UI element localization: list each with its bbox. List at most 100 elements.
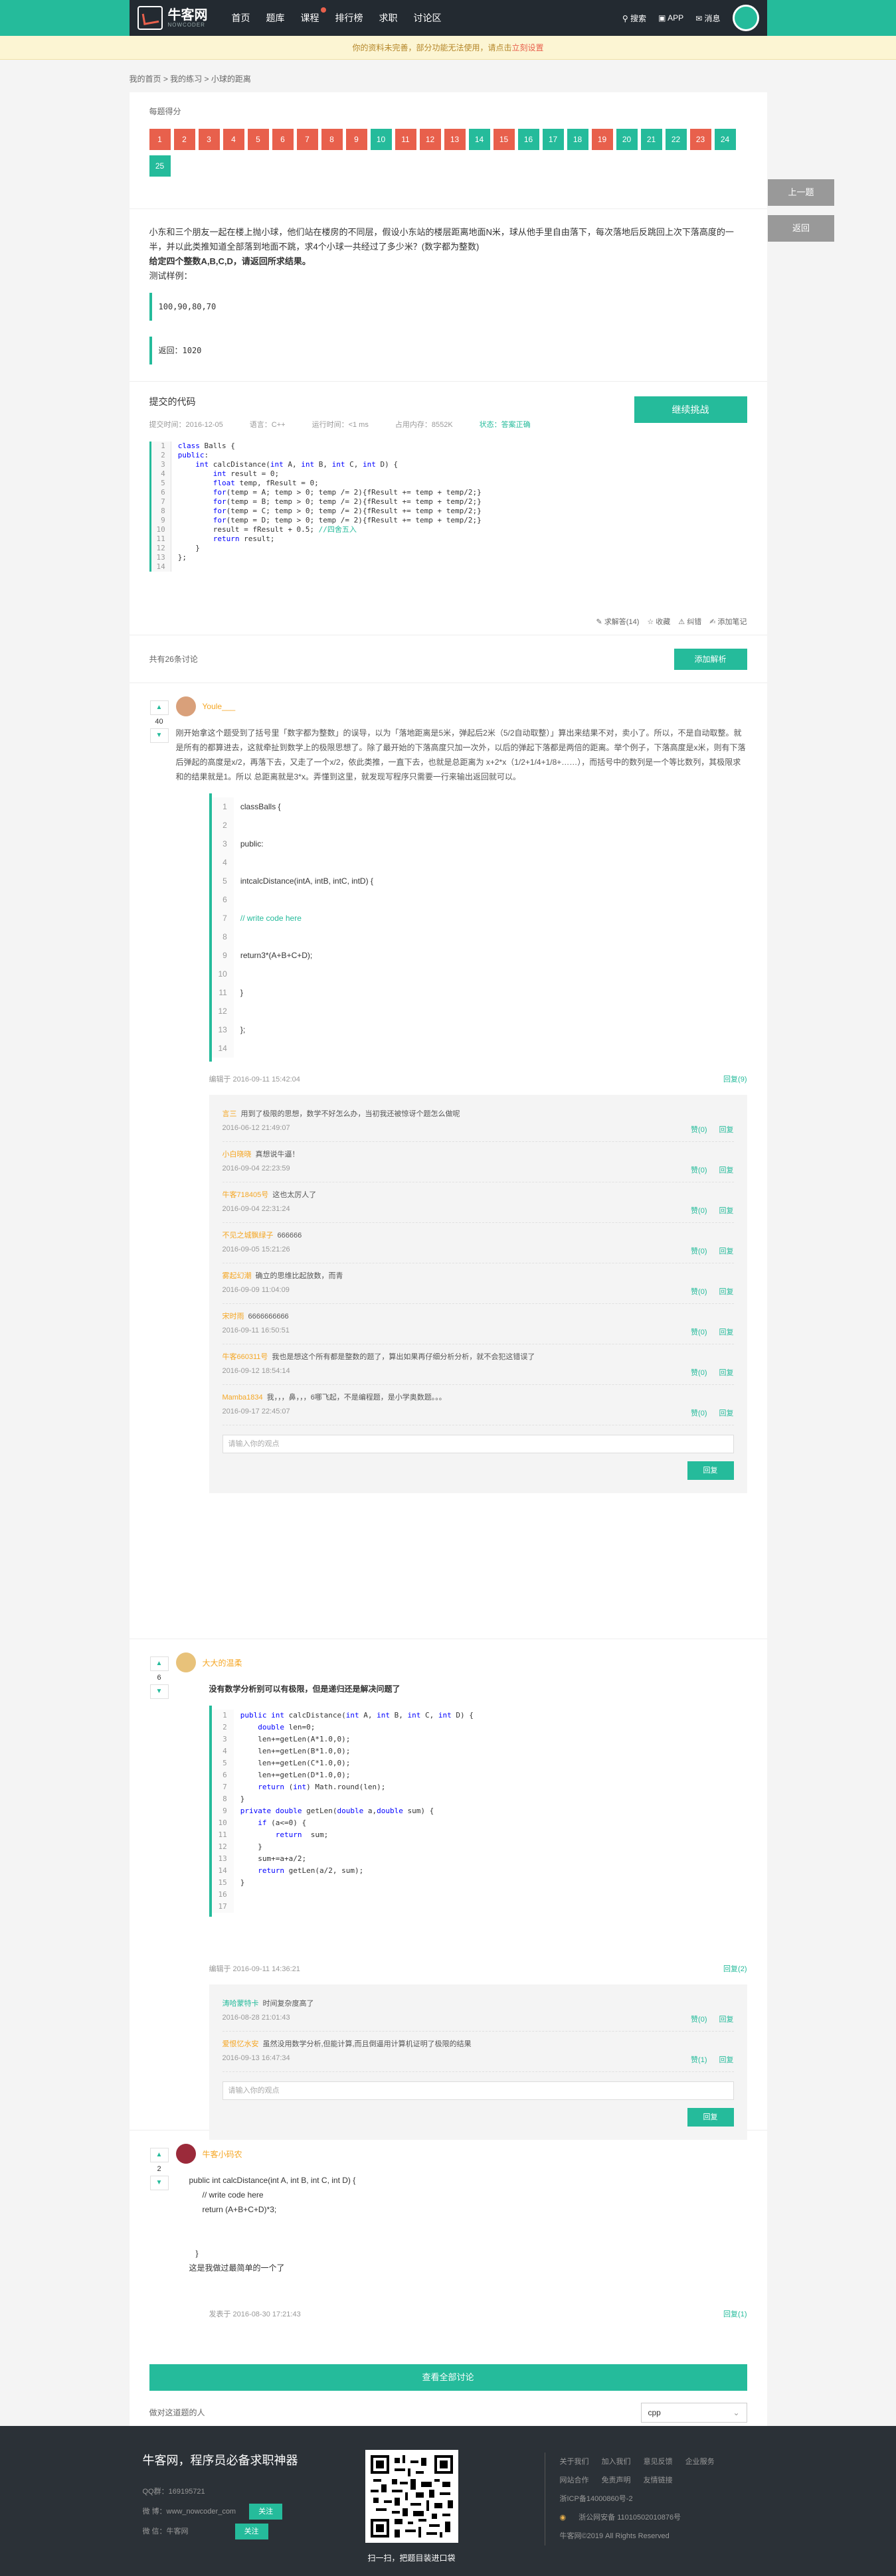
nav-courses[interactable]: 课程	[293, 7, 327, 25]
question-box[interactable]: 19	[591, 129, 613, 150]
like-button[interactable]: 赞(0)	[691, 1286, 707, 1297]
upvote-icon[interactable]: ▲	[149, 1656, 169, 1671]
author-name[interactable]: Youle___	[203, 702, 236, 711]
question-box[interactable]: 9	[345, 129, 367, 150]
reply-author[interactable]: 牛客718405号	[223, 1191, 269, 1199]
reply-button[interactable]: 回复	[719, 1286, 734, 1297]
notice-link[interactable]: 立刻设置	[512, 43, 544, 52]
reply-button[interactable]: 回复	[719, 2054, 734, 2065]
question-box[interactable]: 14	[468, 129, 490, 150]
question-box[interactable]: 12	[419, 129, 441, 150]
back-button[interactable]: 返回	[768, 215, 834, 242]
question-box[interactable]: 1	[149, 129, 171, 150]
avatar[interactable]	[175, 2144, 196, 2164]
question-box[interactable]: 13	[444, 129, 466, 150]
question-box[interactable]: 23	[689, 129, 711, 150]
question-box[interactable]: 20	[616, 129, 638, 150]
reply-button[interactable]: 回复	[719, 1165, 734, 1175]
question-box[interactable]: 4	[223, 129, 244, 150]
reply-author[interactable]: 小白晓晓	[223, 1151, 252, 1159]
nav-problems[interactable]: 题库	[258, 11, 293, 25]
like-button[interactable]: 赞(0)	[691, 2014, 707, 2024]
favorite-link[interactable]: ☆ 收藏	[647, 616, 670, 627]
reply-author[interactable]: 言三	[223, 1110, 237, 1118]
nav-ranking[interactable]: 排行榜	[327, 11, 371, 25]
question-box[interactable]: 2	[173, 129, 195, 150]
footer-link[interactable]: 企业服务	[685, 2458, 715, 2466]
footer-link[interactable]: 网站合作	[560, 2476, 589, 2484]
reply-button[interactable]: 回复	[719, 1367, 734, 1378]
reply-button[interactable]: 回复	[719, 2014, 734, 2024]
footer-link[interactable]: 意见反馈	[644, 2458, 673, 2466]
nav-jobs[interactable]: 求职	[371, 11, 406, 25]
question-box[interactable]: 25	[149, 155, 171, 177]
reply-button[interactable]: 回复	[719, 1124, 734, 1135]
question-box[interactable]: 7	[296, 129, 318, 150]
report-link[interactable]: ⚠ 纠错	[678, 616, 701, 627]
reply-author[interactable]: 宋时雨	[223, 1313, 244, 1321]
reply-button[interactable]: 回复	[719, 1246, 734, 1256]
upvote-icon[interactable]: ▲	[149, 700, 169, 715]
reply-toggle[interactable]: 回复(2)	[723, 1963, 747, 1974]
like-button[interactable]: 赞(0)	[691, 1124, 707, 1135]
prev-question-button[interactable]: 上一题	[768, 179, 834, 206]
logo[interactable]: 牛客网 NOWCODER	[137, 6, 217, 30]
question-box[interactable]: 3	[198, 129, 220, 150]
app-link[interactable]: ▣ APP	[658, 13, 683, 23]
add-solution-button[interactable]: 添加解析	[673, 648, 747, 670]
reply-button[interactable]: 回复	[719, 1205, 734, 1216]
follow-weibo-button[interactable]: 关注	[249, 2504, 283, 2520]
question-box[interactable]: 17	[542, 129, 564, 150]
downvote-icon[interactable]: ▼	[149, 728, 169, 743]
view-all-discussions-button[interactable]: 查看全部讨论	[149, 2364, 747, 2391]
question-box[interactable]: 11	[395, 129, 416, 150]
reply-toggle[interactable]: 回复(9)	[723, 1074, 747, 1084]
question-box[interactable]: 8	[321, 129, 343, 150]
question-box[interactable]: 24	[714, 129, 736, 150]
reply-author[interactable]: 涛哈蒙特卡	[223, 2000, 259, 2008]
question-box[interactable]: 18	[567, 129, 588, 150]
submit-reply-button[interactable]: 回复	[687, 1461, 734, 1480]
user-avatar[interactable]	[732, 5, 759, 31]
reply-input[interactable]: 请输入你的观点	[222, 2081, 734, 2100]
upvote-icon[interactable]: ▲	[149, 2148, 169, 2162]
search-link[interactable]: ⚲ 搜索	[622, 13, 646, 24]
add-note-link[interactable]: ✍ 添加笔记	[709, 616, 747, 627]
submit-reply-button[interactable]: 回复	[687, 2108, 734, 2127]
question-box[interactable]: 16	[517, 129, 539, 150]
question-box[interactable]: 15	[493, 129, 515, 150]
message-link[interactable]: ✉ 消息	[695, 13, 720, 24]
like-button[interactable]: 赞(0)	[691, 1246, 707, 1256]
footer-link[interactable]: 友情链接	[644, 2476, 673, 2484]
question-box[interactable]: 22	[665, 129, 687, 150]
ask-help-link[interactable]: ✎ 求解答(14)	[596, 616, 640, 627]
downvote-icon[interactable]: ▼	[149, 1684, 169, 1699]
like-button[interactable]: 赞(0)	[691, 1367, 707, 1378]
nav-home[interactable]: 首页	[224, 11, 258, 25]
continue-challenge-button[interactable]: 继续挑战	[634, 396, 747, 423]
reply-author[interactable]: 不见之城飘绿子	[223, 1232, 274, 1240]
follow-wechat-button[interactable]: 关注	[234, 2524, 268, 2539]
reply-button[interactable]: 回复	[719, 1408, 734, 1418]
reply-toggle[interactable]: 回复(1)	[723, 2308, 747, 2319]
question-box[interactable]: 21	[640, 129, 662, 150]
reply-author[interactable]: 爱恨忆水安	[223, 2040, 259, 2048]
footer-link[interactable]: 免责声明	[602, 2476, 631, 2484]
reply-input[interactable]: 请输入你的观点	[222, 1435, 734, 1453]
like-button[interactable]: 赞(0)	[691, 1408, 707, 1418]
reply-author[interactable]: Mamba1834	[223, 1394, 263, 1402]
nav-forum[interactable]: 讨论区	[406, 11, 450, 25]
reply-button[interactable]: 回复	[719, 1327, 734, 1337]
reply-author[interactable]: 牛客660311号	[223, 1353, 268, 1361]
like-button[interactable]: 赞(0)	[691, 1327, 707, 1337]
avatar[interactable]	[175, 1652, 196, 1672]
question-box[interactable]: 5	[247, 129, 269, 150]
language-select[interactable]: cpp ⌄	[640, 2403, 747, 2423]
like-button[interactable]: 赞(0)	[691, 1205, 707, 1216]
question-box[interactable]: 6	[272, 129, 294, 150]
footer-link[interactable]: 关于我们	[560, 2458, 589, 2466]
author-name[interactable]: 大大的温柔	[203, 1657, 242, 1668]
like-button[interactable]: 赞(0)	[691, 1165, 707, 1175]
downvote-icon[interactable]: ▼	[149, 2176, 169, 2190]
question-box[interactable]: 10	[370, 129, 392, 150]
